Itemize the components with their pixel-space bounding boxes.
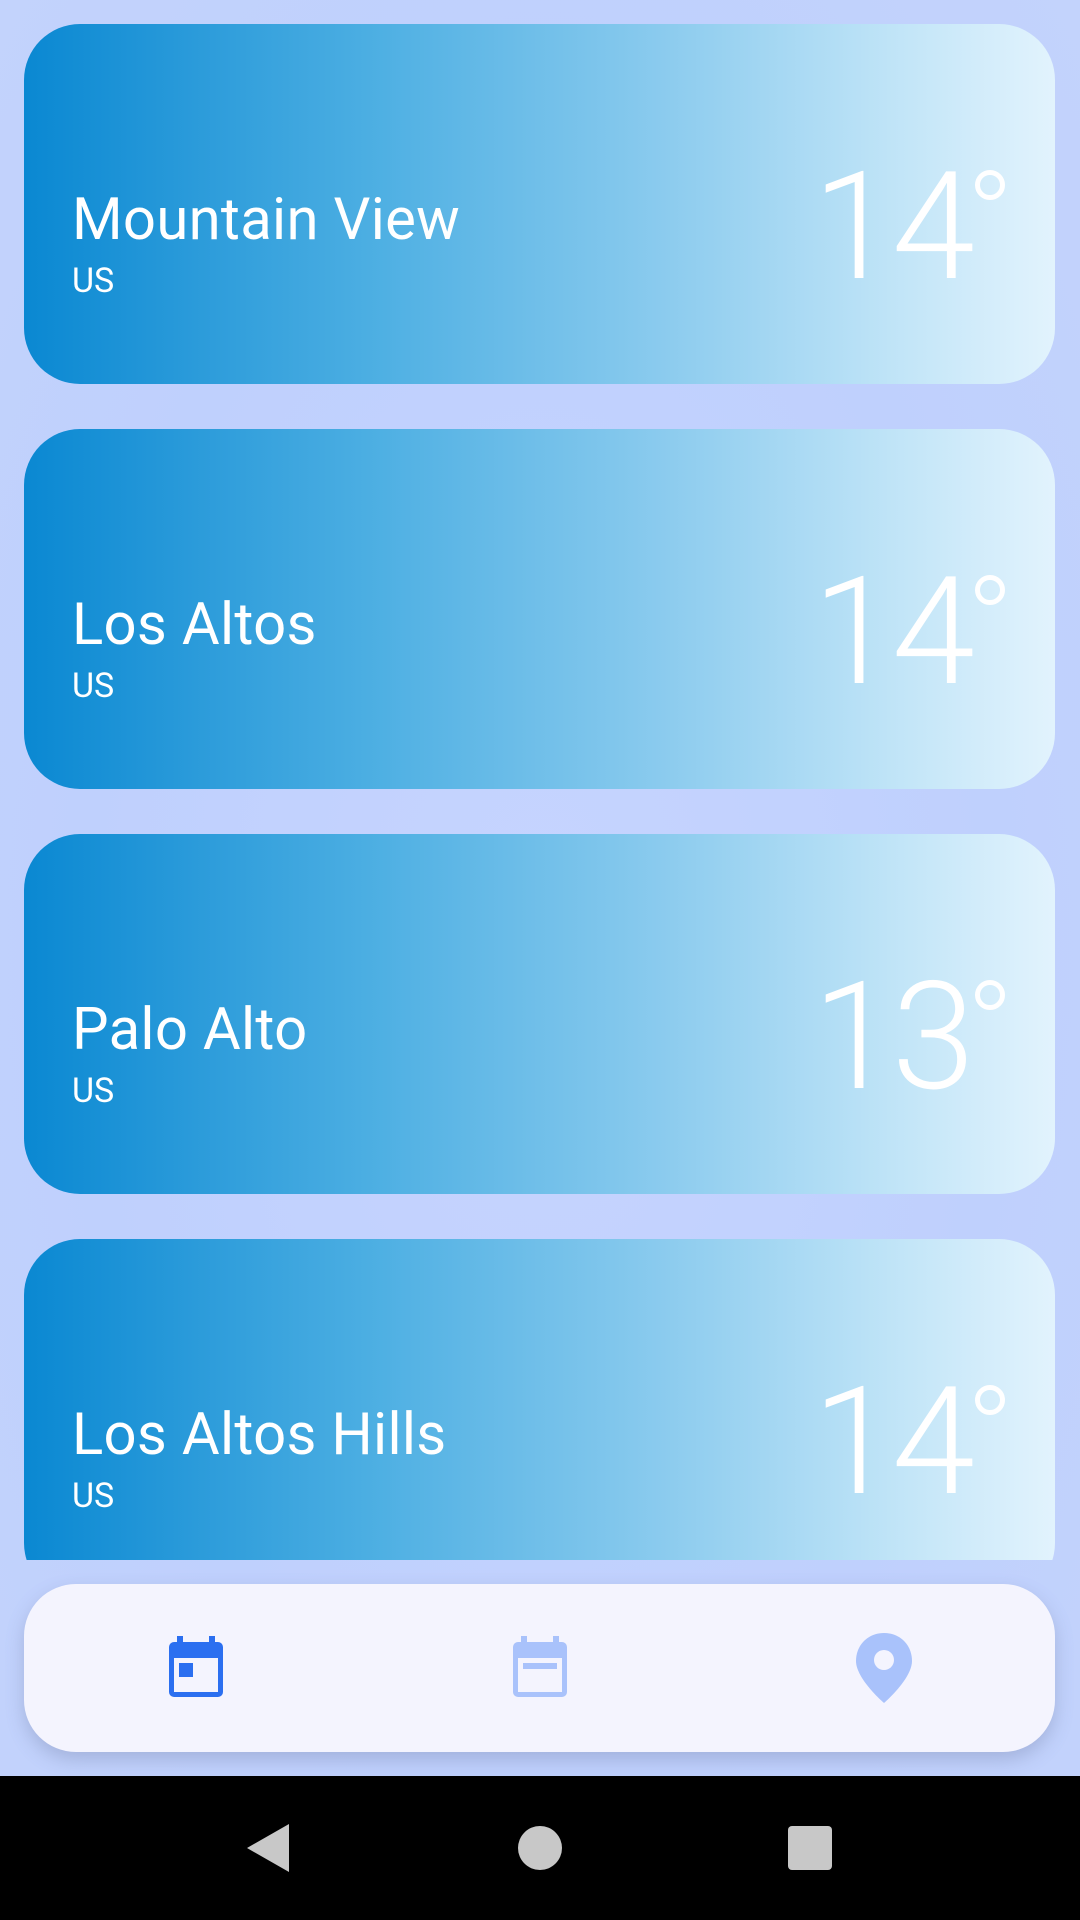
tab-locations[interactable] — [784, 1584, 984, 1752]
city-country: US — [72, 1476, 115, 1516]
system-recents-button[interactable] — [740, 1776, 880, 1920]
system-navigation-bar — [0, 1776, 1080, 1920]
tab-today[interactable] — [96, 1584, 296, 1752]
city-temperature: 13 — [812, 949, 975, 1125]
degree-icon — [975, 980, 1005, 1010]
city-name: Palo Alto — [72, 996, 308, 1064]
calendar-today-icon — [169, 1636, 223, 1697]
tab-week[interactable] — [440, 1584, 640, 1752]
city-country: US — [72, 666, 115, 706]
city-name: Los Altos Hills — [72, 1401, 447, 1469]
bottom-navigation-bar — [24, 1584, 1055, 1752]
city-country: US — [72, 261, 115, 301]
calendar-week-icon — [513, 1636, 567, 1697]
city-card-los-altos-hills[interactable]: Los Altos Hills US 14 — [24, 1239, 1055, 1560]
degree-icon — [975, 575, 1005, 605]
city-card-palo-alto[interactable]: Palo Alto US 13 — [24, 834, 1055, 1194]
degree-icon — [975, 1385, 1005, 1415]
city-temperature: 14 — [812, 139, 975, 315]
city-country: US — [72, 1071, 115, 1111]
city-list: Mountain View US 14 Los Altos US 14 Palo… — [0, 0, 1080, 1560]
system-back-button[interactable] — [198, 1776, 338, 1920]
city-card-mountain-view[interactable]: Mountain View US 14 — [24, 24, 1055, 384]
home-icon — [518, 1826, 562, 1870]
city-temperature: 14 — [812, 544, 975, 720]
city-card-los-altos[interactable]: Los Altos US 14 — [24, 429, 1055, 789]
back-icon — [247, 1824, 289, 1872]
location-pin-icon — [856, 1633, 912, 1703]
city-temperature: 14 — [812, 1354, 975, 1530]
city-name: Mountain View — [72, 186, 461, 254]
degree-icon — [975, 170, 1005, 200]
city-name: Los Altos — [72, 591, 317, 659]
recents-icon — [788, 1826, 832, 1870]
system-home-button[interactable] — [470, 1776, 610, 1920]
